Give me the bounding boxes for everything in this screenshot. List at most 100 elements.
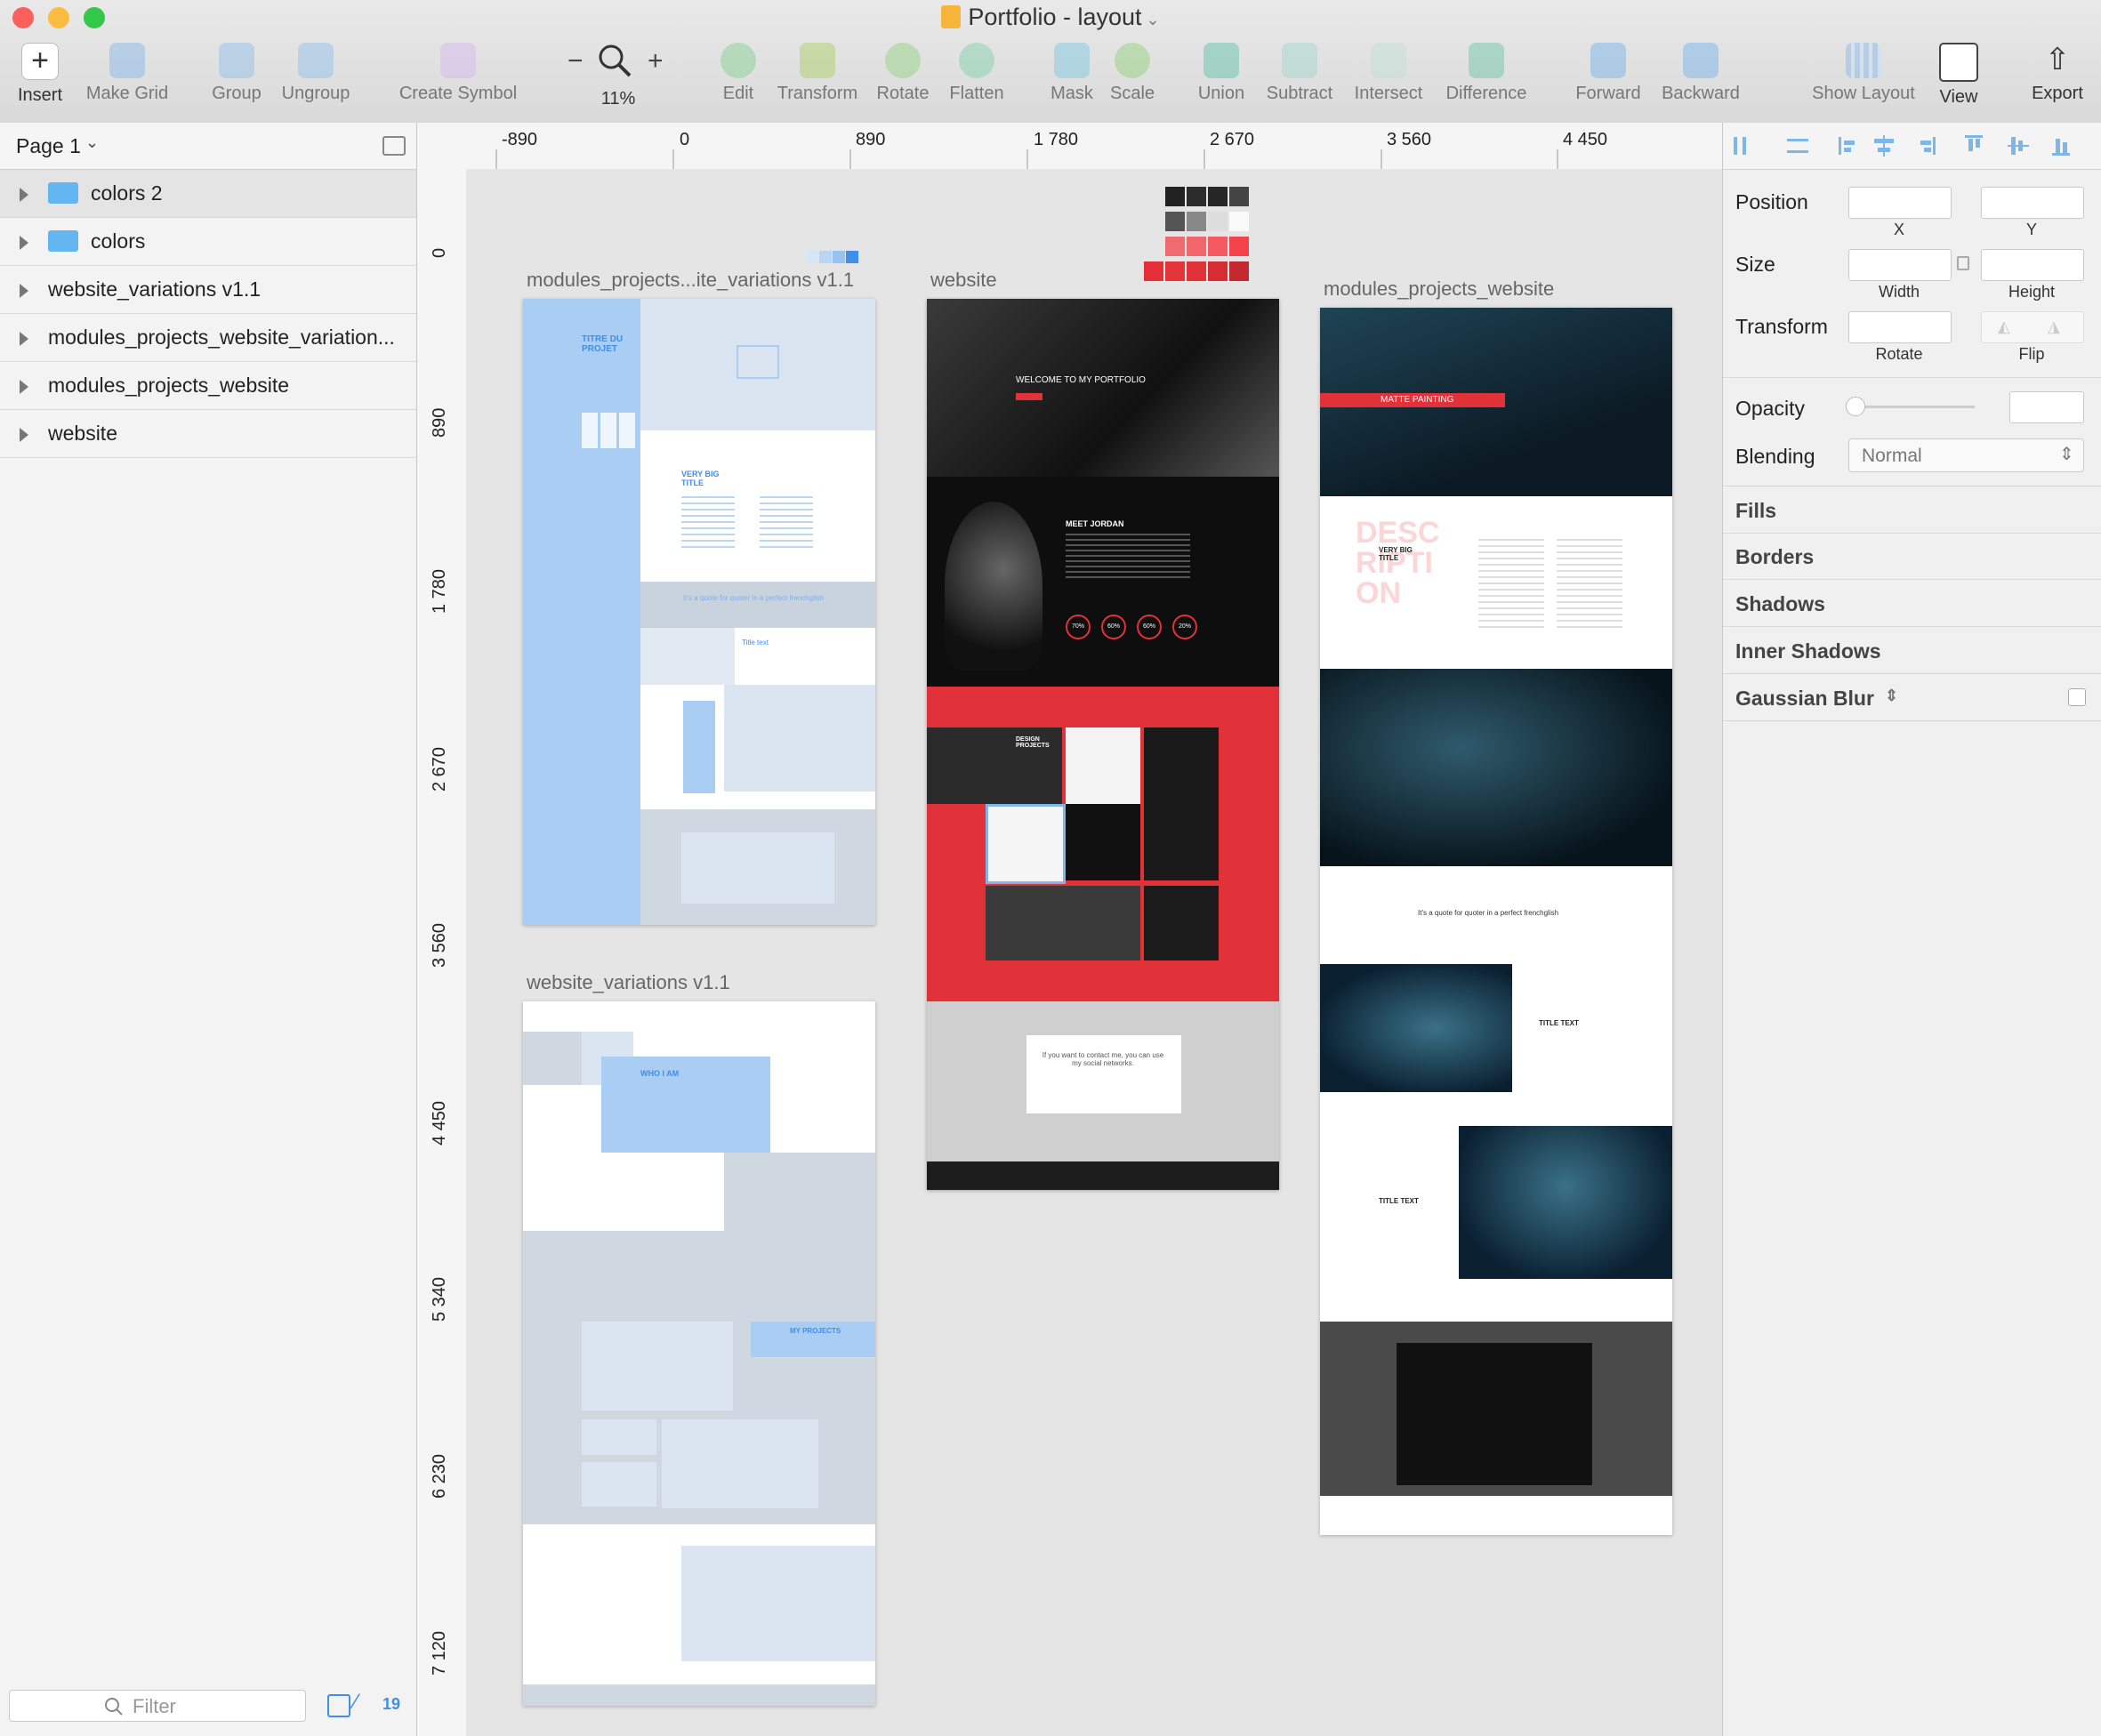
artboard-title[interactable]: website_variations v1.1: [527, 971, 730, 994]
edit-button[interactable]: Edit: [712, 43, 765, 104]
borders-section[interactable]: Borders: [1723, 533, 2101, 580]
width-field[interactable]: [1848, 249, 1952, 281]
export-button[interactable]: ⇧ Export: [2025, 43, 2090, 104]
mask-icon: [1054, 43, 1090, 78]
image-placeholder-icon: [737, 345, 779, 379]
fills-section[interactable]: Fills: [1723, 486, 2101, 534]
lock-icon[interactable]: [1957, 256, 1969, 270]
colors-2-swatches[interactable]: [806, 251, 859, 263]
view-icon: [1939, 43, 1978, 82]
subtract-icon: [1282, 43, 1317, 78]
edit-icon: [720, 43, 756, 78]
shadows-section[interactable]: Shadows: [1723, 580, 2101, 627]
inner-shadows-section[interactable]: Inner Shadows: [1723, 627, 2101, 674]
layer-row[interactable]: modules_projects_website_variation...: [0, 314, 416, 362]
artboard-title[interactable]: website: [930, 269, 997, 292]
forward-icon: [1590, 43, 1626, 78]
sketch-doc-icon: [941, 5, 962, 28]
difference-button[interactable]: Difference: [1437, 43, 1535, 104]
disclosure-triangle-icon[interactable]: [20, 236, 28, 250]
ungroup-button[interactable]: Ungroup: [276, 43, 356, 104]
disclosure-triangle-icon[interactable]: [20, 284, 28, 298]
artboard-title[interactable]: modules_projects_website: [1324, 277, 1554, 301]
ruler-ticks: [495, 149, 1558, 169]
layer-row[interactable]: colors 2: [0, 170, 416, 218]
backward-button[interactable]: Backward: [1656, 43, 1745, 104]
alignment-bar: [1723, 123, 2101, 170]
position-x-field[interactable]: [1848, 187, 1952, 219]
position-y-field[interactable]: [1981, 187, 2084, 219]
rotate-field[interactable]: [1848, 311, 1952, 343]
view-button[interactable]: View: [1930, 43, 1987, 108]
scale-button[interactable]: Scale: [1103, 43, 1162, 104]
disclosure-triangle-icon[interactable]: [20, 188, 28, 202]
symbols-filter-icon[interactable]: [327, 1694, 350, 1717]
blending-select[interactable]: Normal ⇕: [1848, 438, 2084, 472]
search-icon: [105, 1698, 123, 1716]
rotate-icon: [885, 43, 921, 78]
group-button[interactable]: Group: [203, 43, 270, 104]
union-button[interactable]: Union: [1192, 43, 1251, 104]
insert-button[interactable]: + Insert: [9, 43, 71, 106]
plus-icon: +: [21, 43, 59, 80]
pencil-icon[interactable]: ∕: [354, 1690, 358, 1715]
opacity-slider-knob[interactable]: [1846, 397, 1865, 416]
flatten-button[interactable]: Flatten: [941, 43, 1012, 104]
artboard-website[interactable]: WELCOME TO MY PORTFOLIO MEET JORDAN 70% …: [927, 299, 1279, 1190]
align-icons[interactable]: [1732, 133, 2097, 158]
layer-row[interactable]: colors: [0, 218, 416, 266]
artboard-variations-modules[interactable]: TITRE DU PROJET VERY BIG TITLE It's a qu…: [523, 299, 875, 925]
layer-row[interactable]: modules_projects_website: [0, 362, 416, 410]
layout-columns-icon: [1846, 43, 1881, 78]
collapse-pages-icon[interactable]: [382, 136, 406, 156]
page-selector[interactable]: Page 1 ⌄: [0, 123, 416, 170]
transform-button[interactable]: Transform: [770, 43, 865, 104]
make-grid-button[interactable]: Make Grid: [78, 43, 176, 104]
artboard-website-variations[interactable]: WHO I AM MY PROJECTS: [523, 1001, 875, 1706]
create-symbol-button[interactable]: Create Symbol: [391, 43, 525, 104]
gaussian-blur-section[interactable]: Gaussian Blur ⇕: [1723, 674, 2101, 721]
magnifier-icon: [597, 43, 632, 78]
vertical-ruler[interactable]: 0 890 1 780 2 670 3 560 4 450 5 340 6 23…: [417, 169, 467, 1736]
rotate-button[interactable]: Rotate: [870, 43, 936, 104]
symbol-icon: [440, 43, 476, 78]
inspector-panel: Position X Y Size Width Height Transform…: [1722, 123, 2101, 1736]
folder-icon: [48, 230, 78, 252]
group-icon: [219, 43, 254, 78]
subtract-button[interactable]: Subtract: [1258, 43, 1341, 104]
zoom-out-button[interactable]: −: [568, 46, 584, 76]
canvas[interactable]: modules_projects...ite_variations v1.1 T…: [466, 169, 1722, 1736]
colors-swatches[interactable]: [1144, 187, 1251, 285]
chevron-down-icon: ⌄: [85, 133, 100, 151]
show-layout-button[interactable]: Show Layout: [1806, 43, 1921, 104]
disclosure-triangle-icon[interactable]: [20, 332, 28, 346]
scale-icon: [1115, 43, 1150, 78]
disclosure-triangle-icon[interactable]: [20, 428, 28, 442]
zoom-in-button[interactable]: +: [648, 46, 664, 76]
share-icon: ⇧: [2044, 43, 2071, 76]
intersect-button[interactable]: Intersect: [1347, 43, 1430, 104]
artboard-title[interactable]: modules_projects...ite_variations v1.1: [527, 269, 854, 292]
blur-type-arrows-icon[interactable]: ⇕: [1885, 687, 1898, 705]
filter-input[interactable]: Filter: [9, 1690, 306, 1722]
gaussian-blur-checkbox[interactable]: [2068, 688, 2086, 706]
layer-count: 19: [382, 1695, 401, 1713]
artboard-modules-website[interactable]: MATTE PAINTING DESCRIPTION VERY BIG TITL…: [1320, 308, 1672, 1535]
union-icon: [1203, 43, 1239, 78]
height-field[interactable]: [1981, 249, 2084, 281]
layer-row[interactable]: website: [0, 410, 416, 458]
flip-control[interactable]: ◭ ◮: [1981, 311, 2084, 343]
flip-horizontal-icon[interactable]: ◭: [1998, 317, 2010, 336]
transform-icon: [800, 43, 835, 78]
opacity-slider[interactable]: [1848, 406, 1975, 408]
flip-vertical-icon[interactable]: ◮: [2048, 317, 2060, 336]
layer-row[interactable]: website_variations v1.1: [0, 266, 416, 314]
window-title: Portfolio - layout ⌄: [0, 4, 2101, 31]
forward-button[interactable]: Forward: [1569, 43, 1647, 104]
toolbar: Portfolio - layout ⌄ + Insert Make Grid …: [0, 0, 2101, 124]
disclosure-triangle-icon[interactable]: [20, 380, 28, 394]
intersect-icon: [1371, 43, 1406, 78]
opacity-field[interactable]: [2009, 391, 2084, 423]
mask-button[interactable]: Mask: [1042, 43, 1101, 104]
horizontal-ruler[interactable]: -890 0 890 1 780 2 670 3 560 4 450: [417, 123, 1722, 170]
